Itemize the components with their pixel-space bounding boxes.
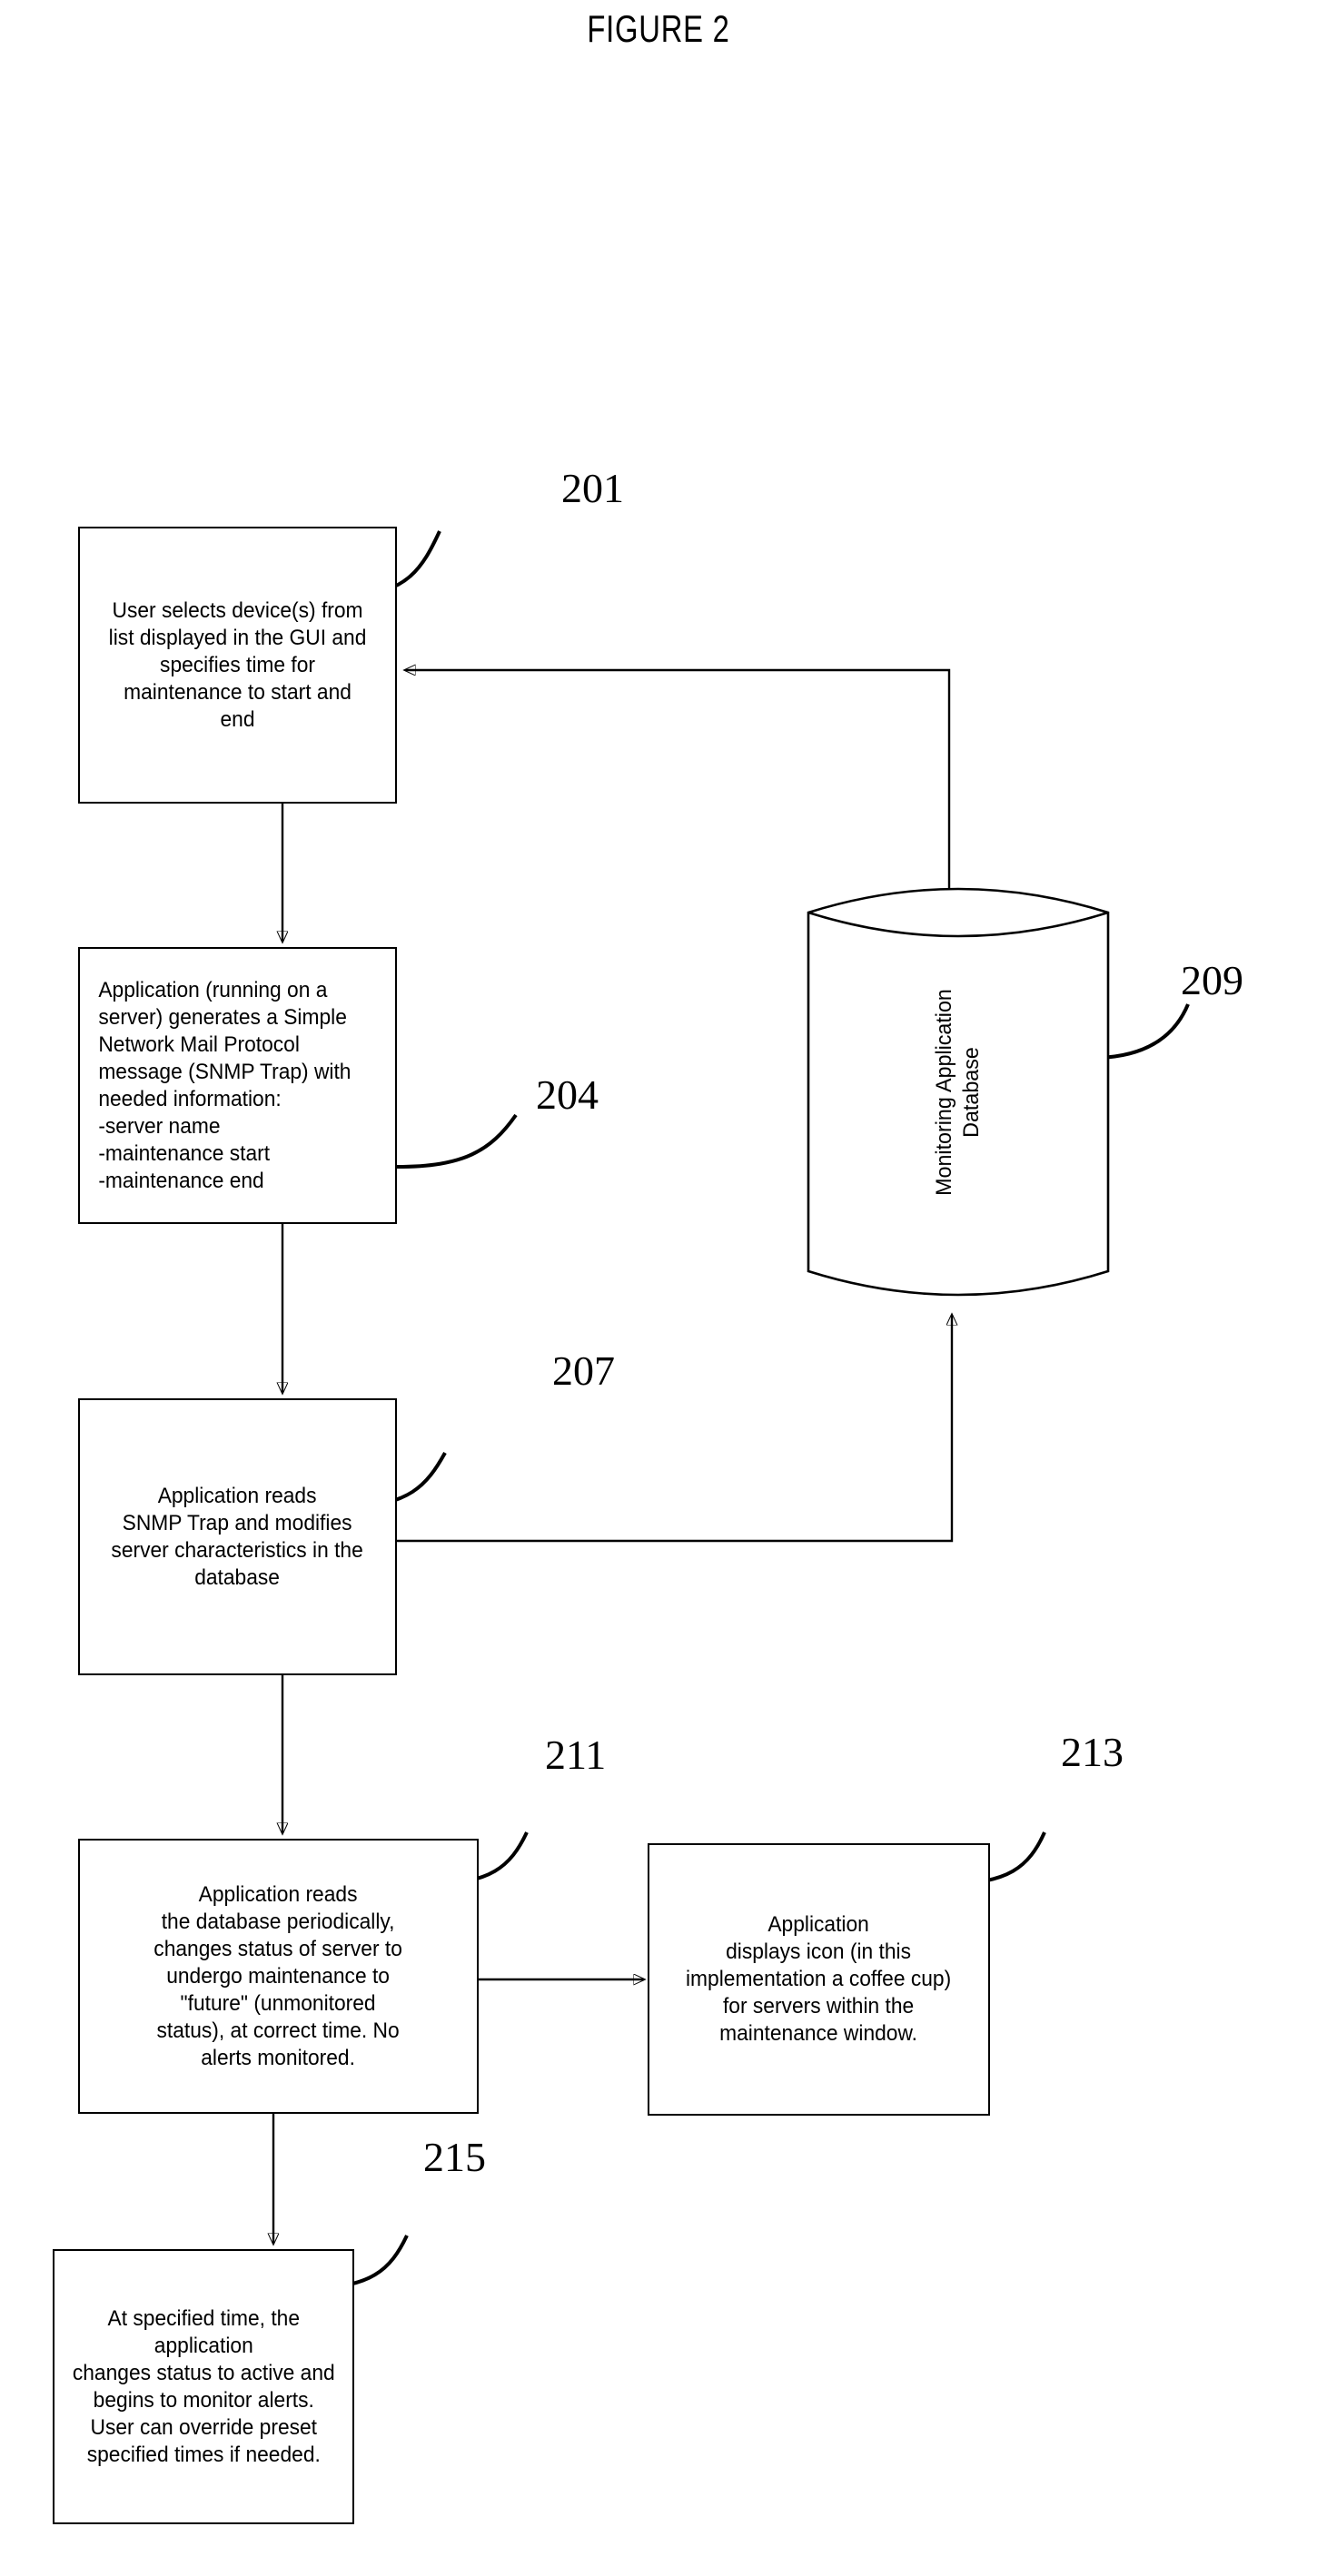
process-box-207[interactable]: Application reads SNMP Trap and modifies… bbox=[78, 1398, 397, 1675]
process-box-215-label: At specified time, the application chang… bbox=[72, 2305, 335, 2467]
reference-numeral-201: 201 bbox=[561, 465, 624, 511]
process-box-215[interactable]: At specified time, the application chang… bbox=[53, 2249, 354, 2524]
reference-numeral-204: 204 bbox=[536, 1071, 599, 1118]
process-box-211-label: Application reads the database periodica… bbox=[153, 1881, 403, 2070]
connector-layer bbox=[0, 530, 1190, 2290]
process-box-204-label: Application (running on a server) genera… bbox=[98, 977, 352, 1193]
reference-numeral-209: 209 bbox=[1181, 957, 1243, 1003]
process-box-201-label: User selects device(s) from list display… bbox=[108, 597, 367, 732]
leader-204 bbox=[396, 1113, 518, 1169]
cylinder-shape bbox=[807, 887, 1110, 1297]
figure-title: FIGURE 2 bbox=[587, 7, 730, 50]
process-box-204[interactable]: Application (running on a server) genera… bbox=[78, 947, 397, 1224]
reference-numeral-211: 211 bbox=[545, 1732, 607, 1778]
figure-canvas: FIGURE 2 201 204 207 209 211 213 215 Use… bbox=[0, 0, 1317, 2576]
process-box-213-label: Application displays icon (in this imple… bbox=[686, 1912, 952, 2046]
database-cylinder-209[interactable]: Monitoring Application Database bbox=[804, 876, 1113, 1308]
edge-209-201 bbox=[405, 670, 951, 894]
process-box-207-label: Application reads SNMP Trap and modifies… bbox=[111, 1483, 364, 1590]
process-box-211[interactable]: Application reads the database periodica… bbox=[78, 1839, 479, 2114]
reference-numeral-207: 207 bbox=[552, 1347, 615, 1394]
process-box-213[interactable]: Application displays icon (in this imple… bbox=[648, 1843, 990, 2116]
reference-numeral-215: 215 bbox=[423, 2134, 486, 2180]
reference-numeral-213: 213 bbox=[1061, 1729, 1124, 1775]
process-box-201[interactable]: User selects device(s) from list display… bbox=[78, 527, 397, 804]
edge-207-209 bbox=[397, 1315, 952, 1543]
